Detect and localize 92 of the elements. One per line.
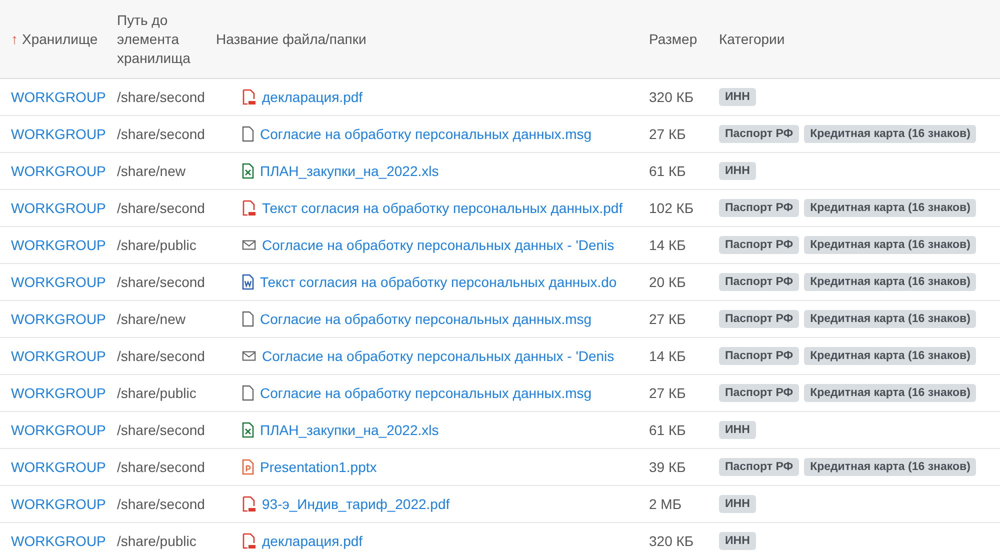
size-text: 20 КБ (649, 274, 686, 290)
category-tag: Кредитная карта (16 знаков) (804, 273, 976, 291)
envelope-icon (242, 350, 256, 362)
path-text: /share/public (117, 533, 196, 549)
file-link[interactable]: ПЛАН_закупки_на_2022.xls (260, 422, 439, 438)
path-text: /share/second (117, 348, 205, 364)
path-text: /share/second (117, 496, 205, 512)
storage-link[interactable]: WORKGROUP (11, 237, 106, 253)
size-text: 61 КБ (649, 163, 686, 179)
size-text: 27 КБ (649, 126, 686, 142)
size-text: 2 МБ (649, 496, 682, 512)
path-text: /share/new (117, 163, 186, 179)
document-file-icon (242, 274, 254, 290)
category-tag: Паспорт РФ (719, 125, 800, 143)
storage-link[interactable]: WORKGROUP (11, 459, 106, 475)
file-link[interactable]: Согласие на обработку персональных данных.msg (260, 311, 592, 327)
file-link[interactable]: 93-э_Индив_тариф_2022.pdf (262, 496, 450, 512)
category-tag: Паспорт РФ (719, 273, 800, 291)
pdf-file-icon (242, 200, 256, 216)
file-link[interactable]: декларация.pdf (262, 89, 363, 105)
path-text: /share/second (117, 459, 205, 475)
file-link[interactable]: Текст согласия на обработку персональных данных.pdf (262, 200, 623, 216)
column-header[interactable]: Категории (719, 30, 785, 48)
storage-link[interactable]: WORKGROUP (11, 311, 106, 327)
file-link[interactable]: Текст согласия на обработку персональных данных.do (260, 274, 617, 290)
category-tag: Кредитная карта (16 знаков) (804, 458, 976, 476)
storage-link[interactable]: WORKGROUP (11, 89, 106, 105)
pdf-file-icon (242, 533, 256, 549)
storage-link[interactable]: WORKGROUP (11, 126, 106, 142)
size-text: 39 КБ (649, 459, 686, 475)
spreadsheet-file-icon (242, 422, 254, 438)
category-tag: Паспорт РФ (719, 199, 800, 217)
path-text: /share/second (117, 200, 205, 216)
file-link[interactable]: Presentation1.pptx (260, 459, 377, 475)
size-text: 14 КБ (649, 237, 686, 253)
file-link[interactable]: Согласие на обработку персональных данных - 'Denis (262, 348, 614, 364)
column-header[interactable]: Хранилище (22, 30, 98, 48)
path-text: /share/second (117, 126, 205, 142)
category-tag: Паспорт РФ (719, 310, 800, 328)
category-tag: Кредитная карта (16 знаков) (804, 199, 976, 217)
category-tag: Паспорт РФ (719, 236, 800, 254)
category-tag: ИНН (719, 421, 756, 439)
category-tag: ИНН (719, 162, 756, 180)
storage-link[interactable]: WORKGROUP (11, 496, 106, 512)
storage-link[interactable]: WORKGROUP (11, 200, 106, 216)
category-tag: Кредитная карта (16 знаков) (804, 236, 976, 254)
path-text: /share/second (117, 274, 205, 290)
storage-link[interactable]: WORKGROUP (11, 348, 106, 364)
category-tag: Кредитная карта (16 знаков) (804, 310, 976, 328)
category-tag: Паспорт РФ (719, 458, 800, 476)
path-text: /share/public (117, 237, 196, 253)
size-text: 27 КБ (649, 311, 686, 327)
column-header[interactable]: Размер (649, 30, 698, 48)
file-icon (242, 126, 254, 142)
pdf-file-icon (242, 496, 256, 512)
category-tag: Кредитная карта (16 знаков) (804, 384, 976, 402)
path-text: /share/new (117, 311, 186, 327)
sort-arrow[interactable]: ↑ (11, 30, 18, 48)
column-header[interactable]: Название файла/папки (216, 30, 366, 48)
spreadsheet-file-icon (242, 163, 254, 179)
column-header[interactable]: Путь до элемента хранилища (117, 10, 210, 68)
file-link[interactable]: ПЛАН_закупки_на_2022.xls (260, 163, 439, 179)
size-text: 27 КБ (649, 385, 686, 401)
category-tag: Кредитная карта (16 знаков) (804, 347, 976, 365)
storage-link[interactable]: WORKGROUP (11, 163, 106, 179)
size-text: 320 КБ (649, 89, 694, 105)
storage-link[interactable]: WORKGROUP (11, 422, 106, 438)
file-link[interactable]: декларация.pdf (262, 533, 363, 549)
category-tag: Паспорт РФ (719, 384, 800, 402)
storage-link[interactable]: WORKGROUP (11, 533, 106, 549)
size-text: 102 КБ (649, 200, 694, 216)
file-icon (242, 311, 254, 327)
storage-link[interactable]: WORKGROUP (11, 274, 106, 290)
size-text: 14 КБ (649, 348, 686, 364)
size-text: 61 КБ (649, 422, 686, 438)
file-icon (242, 385, 254, 401)
file-link[interactable]: Согласие на обработку персональных данных.msg (260, 126, 592, 142)
presentation-file-icon (242, 459, 254, 475)
category-tag: ИНН (719, 495, 756, 513)
file-link[interactable]: Согласие на обработку персональных данных - 'Denis (262, 237, 614, 253)
size-text: 320 КБ (649, 533, 694, 549)
category-tag: ИНН (719, 88, 756, 106)
file-link[interactable]: Согласие на обработку персональных данных.msg (260, 385, 592, 401)
path-text: /share/second (117, 89, 205, 105)
path-text: /share/second (117, 422, 205, 438)
path-text: /share/public (117, 385, 196, 401)
envelope-icon (242, 239, 256, 251)
pdf-file-icon (242, 89, 256, 105)
category-tag: Паспорт РФ (719, 347, 800, 365)
category-tag: ИНН (719, 532, 756, 550)
category-tag: Кредитная карта (16 знаков) (804, 125, 976, 143)
storage-link[interactable]: WORKGROUP (11, 385, 106, 401)
